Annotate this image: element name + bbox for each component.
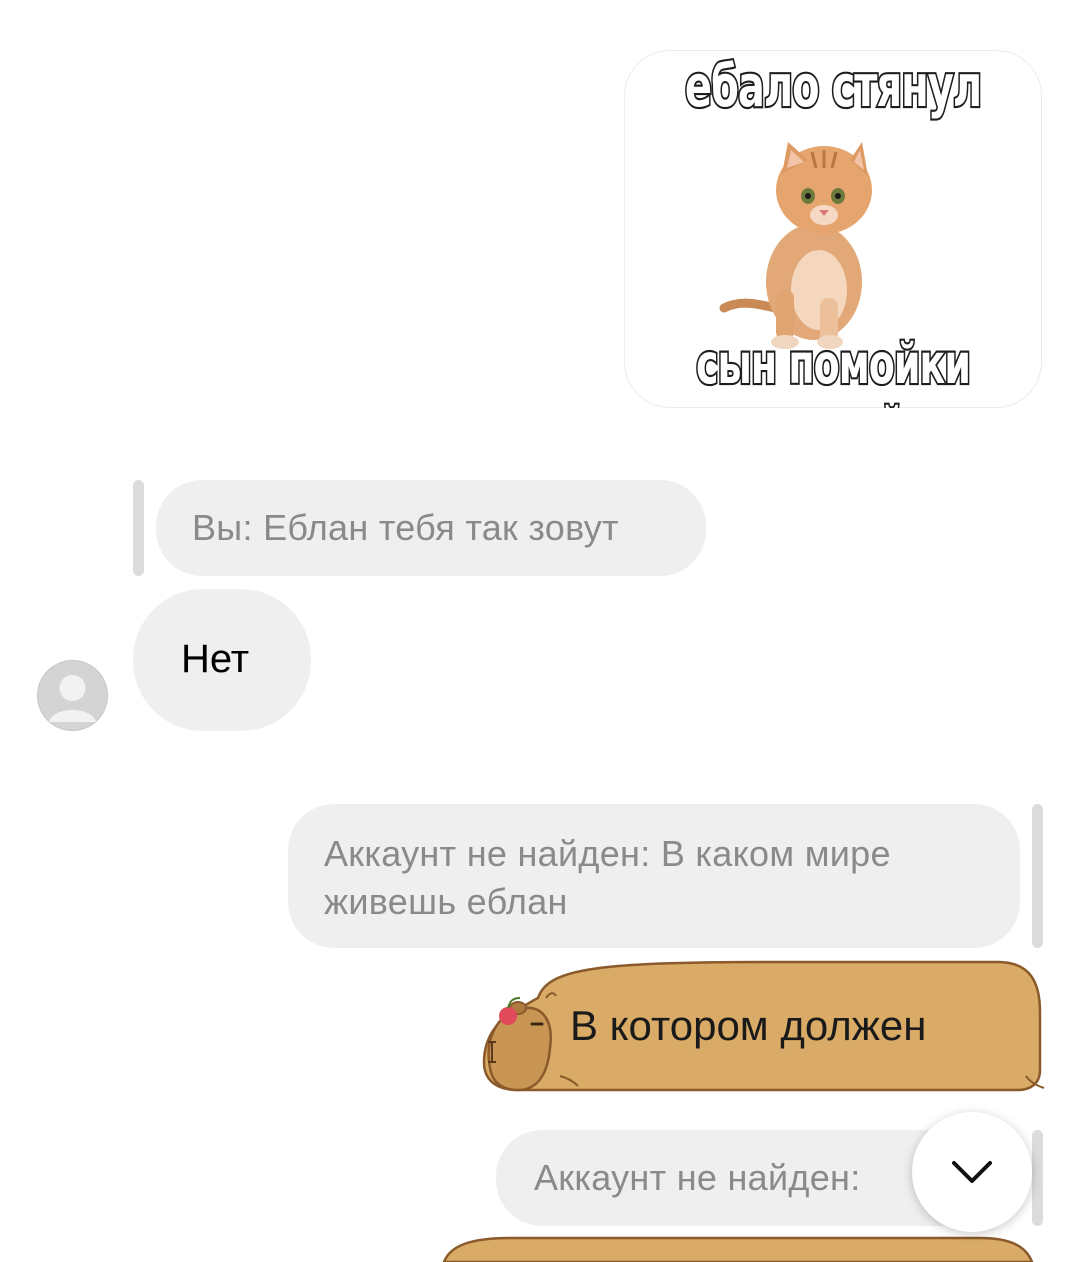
message-text: В котором должен	[570, 1002, 927, 1049]
chevron-down-icon	[952, 1161, 992, 1183]
quoted-message-bubble[interactable]: Аккаунт не найден: В каком мире живешь е…	[288, 804, 1020, 948]
message-text: Нет	[181, 637, 250, 681]
default-avatar-icon[interactable]	[37, 660, 108, 731]
scroll-to-bottom-button[interactable]	[912, 1112, 1032, 1232]
reply-indicator-bar	[1032, 1130, 1043, 1226]
quoted-message-bubble[interactable]: Вы: Еблан тебя так зовут	[156, 480, 706, 576]
meme-bottom-caption: сын помойки нищей	[695, 330, 973, 408]
quoted-message-text: Вы: Еблан тебя так зовут	[192, 507, 619, 548]
reply-indicator-bar	[133, 480, 144, 576]
meme-sticker-message[interactable]: ебало стянул сын помойки	[624, 50, 1042, 408]
partial-capybara-bubble	[442, 1236, 1034, 1262]
quoted-message-line: Аккаунт не найден: В каком мире	[324, 833, 891, 874]
chat-screen: ебало стянул сын помойки Вы: Еблан тебя …	[0, 0, 1080, 1262]
quoted-message-line: живешь еблан	[324, 881, 568, 922]
quoted-message-text: Аккаунт не найден:	[534, 1157, 861, 1198]
reply-indicator-bar	[1032, 804, 1043, 948]
outgoing-themed-message-bubble[interactable]: В котором должен	[478, 958, 1048, 1098]
incoming-message-bubble[interactable]: Нет	[133, 589, 311, 731]
